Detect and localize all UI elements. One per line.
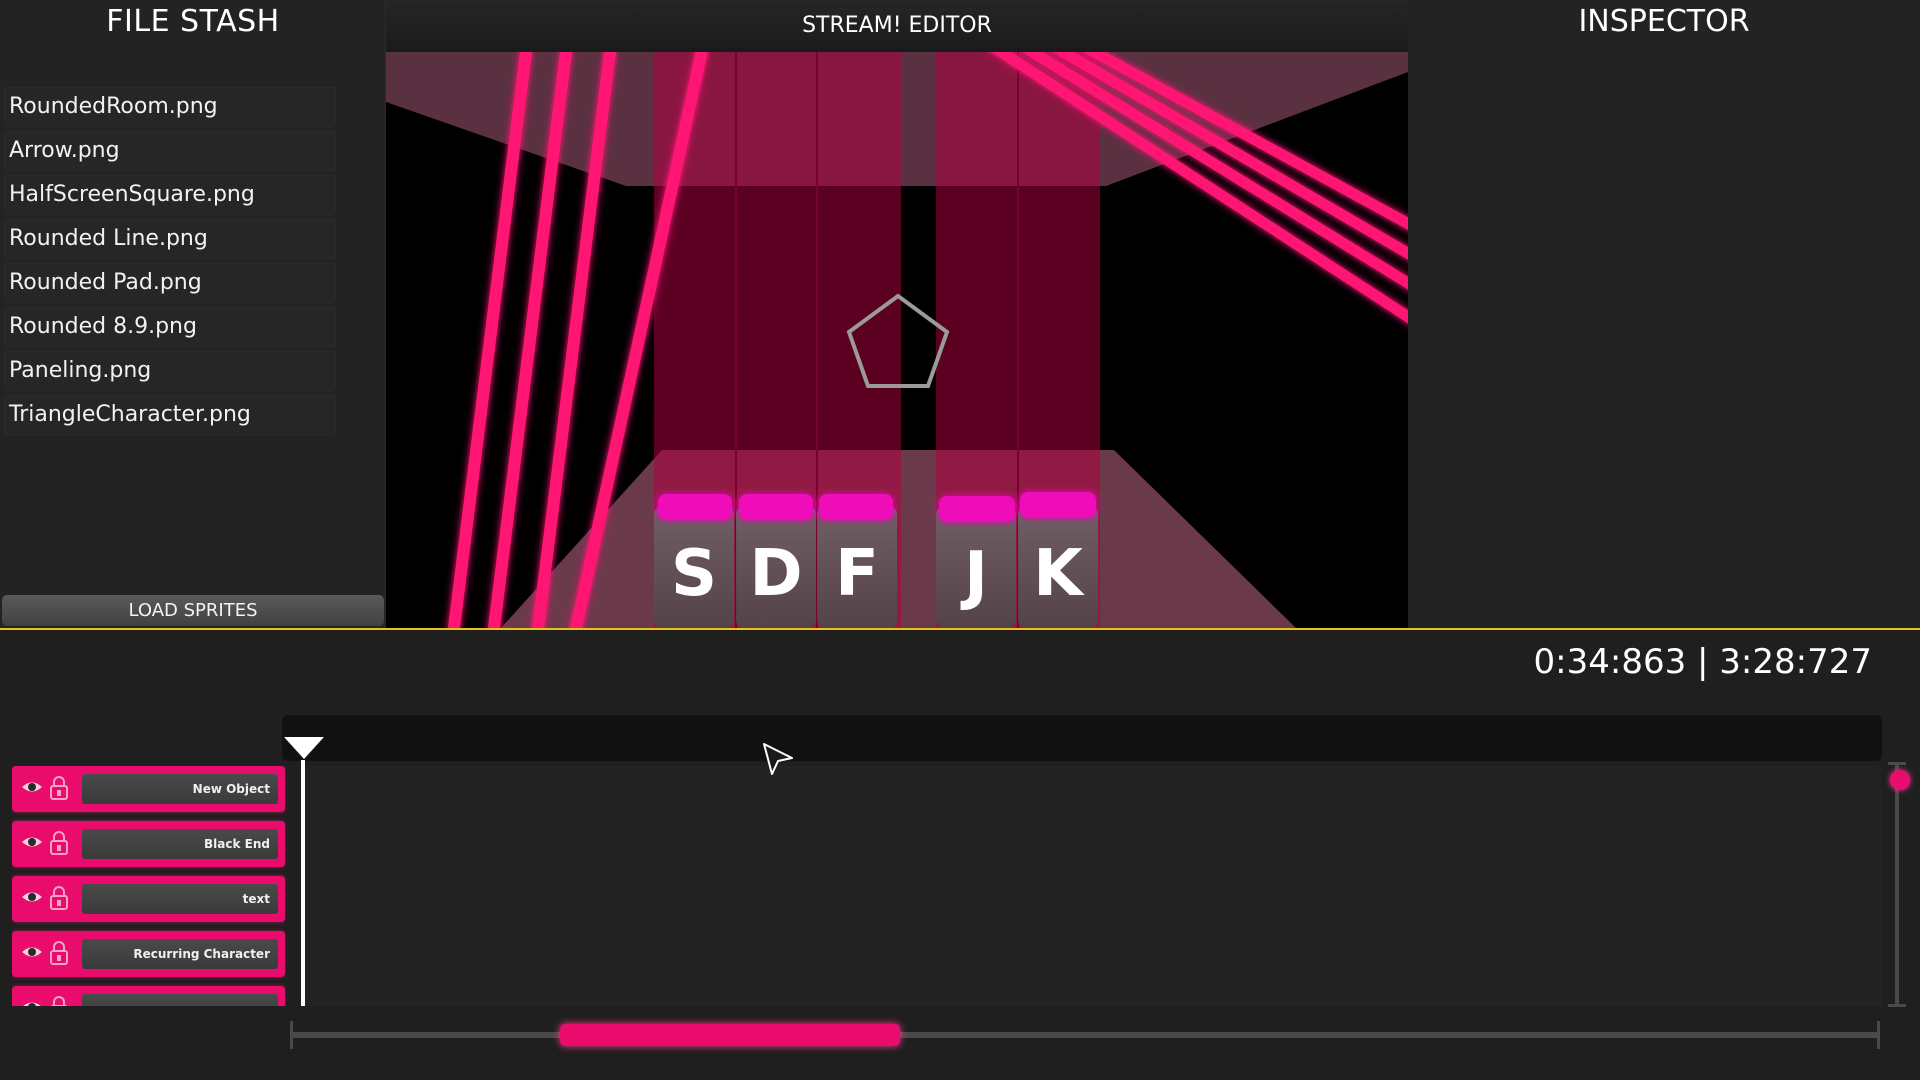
timeline-panel: 0:34:863 | 3:28:727 New Object Black End…	[0, 628, 1920, 1080]
eye-icon[interactable]	[21, 888, 43, 906]
timeline-ruler[interactable]	[282, 715, 1882, 761]
key-label: S	[671, 537, 717, 611]
file-stash-title: FILE STASH	[106, 4, 280, 39]
timeline-track-area[interactable]	[300, 766, 1882, 1006]
file-item[interactable]: RoundedRoom.png	[4, 87, 336, 127]
mouse-cursor-icon	[763, 743, 793, 775]
file-item[interactable]: TriangleCharacter.png	[4, 395, 336, 435]
layer-name-field[interactable]: Recurring Character	[82, 939, 278, 969]
file-stash-panel: FILE STASH RoundedRoom.png Arrow.png Hal…	[0, 0, 386, 628]
horizontal-scroll-thumb[interactable]	[560, 1024, 900, 1046]
layer-row[interactable]: text	[12, 876, 285, 922]
layer-name-field[interactable]: New Object	[82, 774, 278, 804]
horizontal-scrollbar-cap	[1877, 1021, 1880, 1049]
lock-icon[interactable]	[49, 775, 69, 801]
lock-icon[interactable]	[49, 940, 69, 966]
eye-icon[interactable]	[21, 998, 43, 1006]
playhead-triangle-icon[interactable]	[284, 737, 324, 759]
lock-icon[interactable]	[49, 830, 69, 856]
vertical-scrollbar-cap	[1888, 762, 1906, 765]
key-f: F	[817, 494, 897, 628]
lock-icon[interactable]	[49, 885, 69, 911]
layer-row[interactable]	[12, 986, 285, 1006]
key-label: J	[960, 539, 988, 613]
key-label: D	[749, 537, 802, 611]
file-item[interactable]: Arrow.png	[4, 131, 336, 171]
load-sprites-button[interactable]: LOAD SPRITES	[2, 595, 384, 626]
file-item[interactable]: Paneling.png	[4, 351, 336, 391]
layer-row[interactable]: Recurring Character	[12, 931, 285, 977]
file-item[interactable]: Rounded 8.9.png	[4, 307, 336, 347]
horizontal-scrollbar[interactable]	[290, 1032, 1880, 1038]
key-d: D	[736, 494, 816, 628]
eye-icon[interactable]	[21, 943, 43, 961]
key-j: J	[936, 496, 1016, 628]
playhead-line	[301, 760, 305, 1006]
lane-shadow-left	[654, 186, 901, 450]
inspector-title: INSPECTOR	[1578, 4, 1750, 39]
key-s: S	[654, 494, 734, 628]
file-list: RoundedRoom.png Arrow.png HalfScreenSqua…	[4, 87, 336, 439]
file-item[interactable]: HalfScreenSquare.png	[4, 175, 336, 215]
key-k: K	[1018, 492, 1098, 628]
horizontal-scrollbar-cap	[290, 1021, 293, 1049]
file-item[interactable]: Rounded Line.png	[4, 219, 336, 259]
layer-row[interactable]: New Object	[12, 766, 285, 812]
vertical-scroll-thumb[interactable]	[1890, 770, 1910, 790]
editor-viewport[interactable]: STREAM! EDITOR S D F J K	[386, 0, 1408, 628]
layer-name-field[interactable]: text	[82, 884, 278, 914]
vertical-scrollbar[interactable]	[1895, 762, 1899, 1006]
inspector-panel: INSPECTOR	[1408, 0, 1920, 628]
vertical-scrollbar-cap	[1888, 1004, 1906, 1007]
layer-list: New Object Black End text Recurring Char…	[12, 766, 286, 1006]
layer-name-field[interactable]	[82, 994, 278, 1006]
game-scene: S D F J K	[386, 52, 1408, 628]
file-item[interactable]: Rounded Pad.png	[4, 263, 336, 303]
layer-name-field[interactable]: Black End	[82, 829, 278, 859]
viewport-title-bar: STREAM! EDITOR	[386, 0, 1408, 52]
eye-icon[interactable]	[21, 833, 43, 851]
layer-row[interactable]: Black End	[12, 821, 285, 867]
time-readout: 0:34:863 | 3:28:727	[1533, 642, 1872, 682]
key-label: F	[835, 537, 879, 611]
eye-icon[interactable]	[21, 778, 43, 796]
editor-title: STREAM! EDITOR	[802, 13, 992, 38]
key-label: K	[1033, 537, 1085, 611]
lock-icon[interactable]	[49, 995, 69, 1006]
